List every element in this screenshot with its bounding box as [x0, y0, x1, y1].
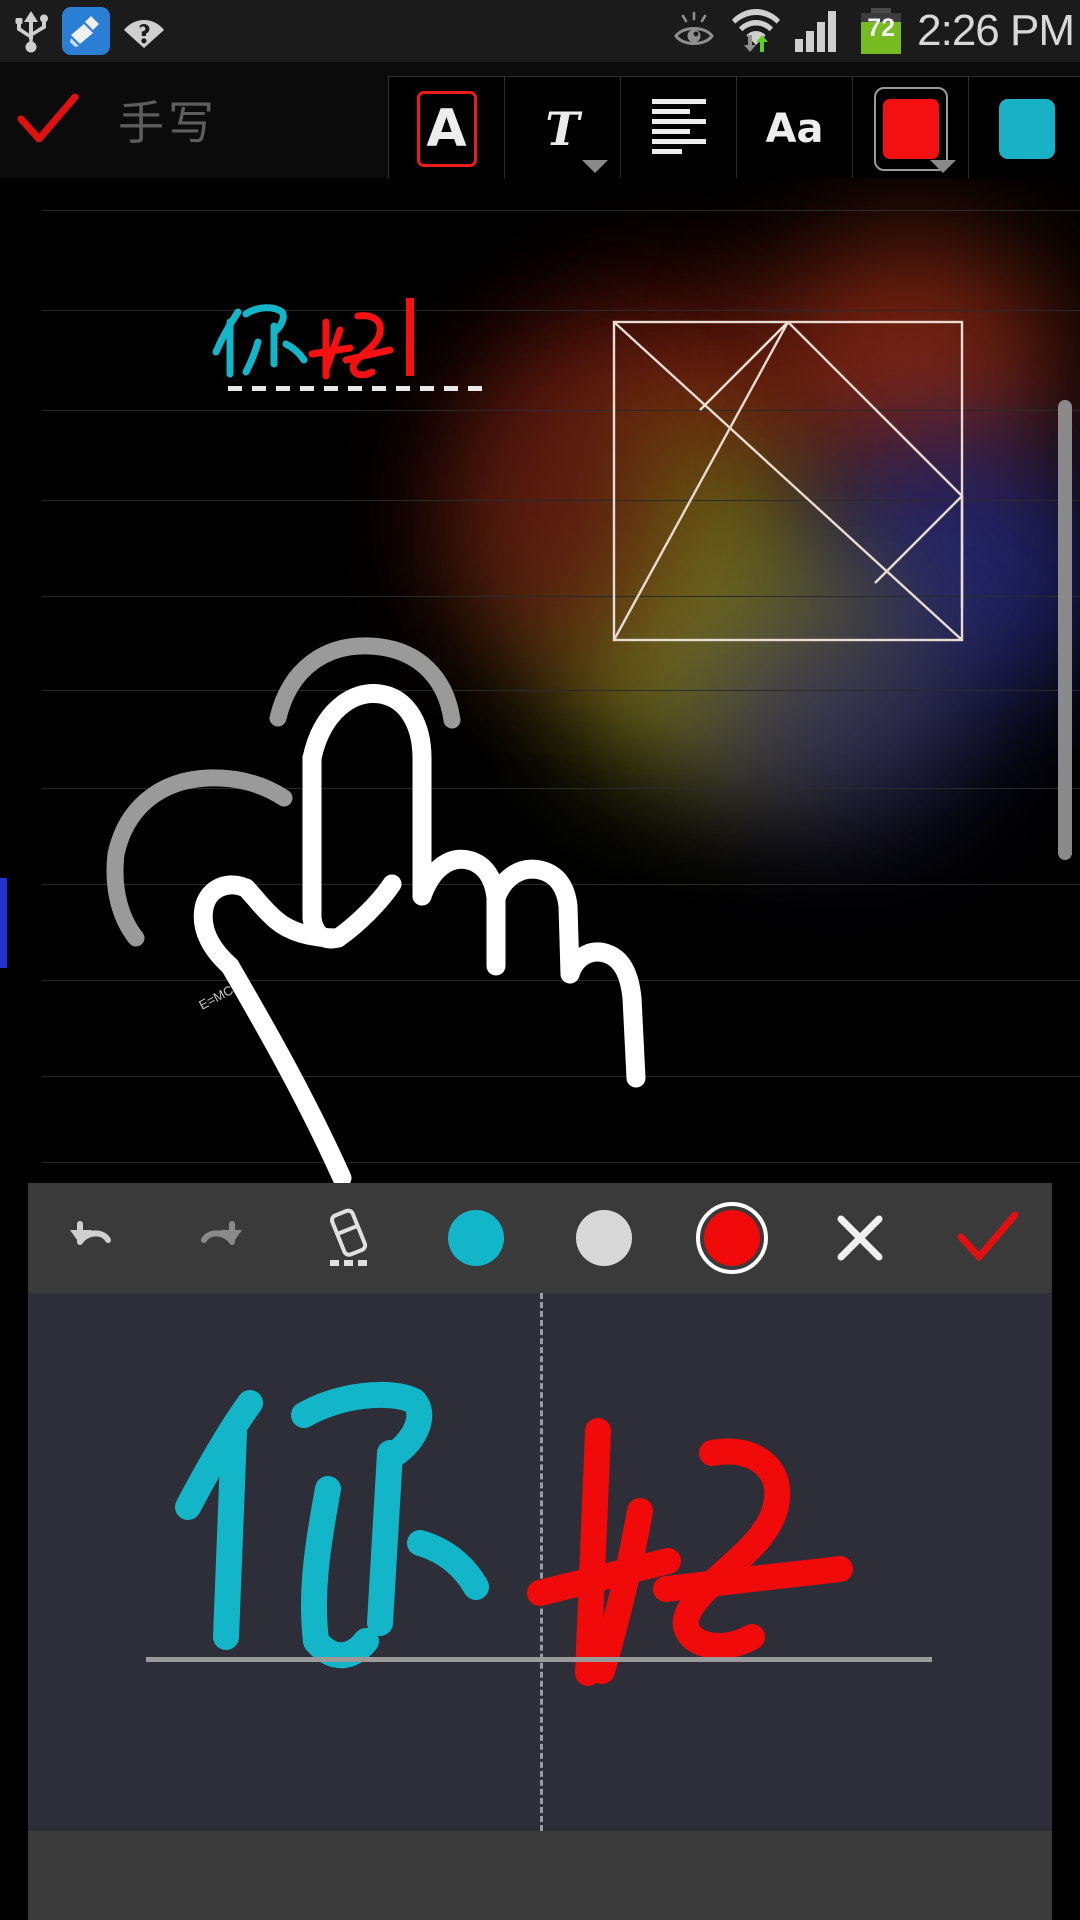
cancel-button[interactable] — [796, 1183, 924, 1293]
font-size-glyph: Aa — [765, 106, 824, 152]
status-bar-right-icons: 72 2:26 PM — [671, 0, 1080, 62]
confirm-button[interactable] — [924, 1183, 1052, 1293]
canvas-scrollbar[interactable] — [1058, 400, 1072, 860]
clock-label: 2:26 PM — [917, 6, 1075, 55]
chevron-down-icon — [582, 160, 608, 173]
selection-outline — [417, 91, 477, 167]
tangram-square — [612, 320, 964, 642]
text-format-button[interactable]: T — [505, 77, 621, 181]
eraser-icon — [329, 1208, 368, 1266]
redo-button[interactable] — [156, 1183, 284, 1293]
font-size-button[interactable]: Aa — [737, 77, 853, 181]
color-cyan-button[interactable] — [412, 1183, 540, 1293]
text-format-glyph: T — [545, 102, 580, 156]
color-dot-cyan — [448, 1210, 504, 1266]
chevron-down-icon — [930, 160, 956, 173]
status-bar-left-icons — [0, 7, 164, 55]
color-white-button[interactable] — [540, 1183, 668, 1293]
signal-bars-icon — [795, 9, 845, 53]
text-tool-group: A T Aa — [388, 76, 1080, 181]
wifi-question-icon — [124, 14, 164, 48]
text-style-button[interactable]: A — [389, 77, 505, 181]
red-swatch — [882, 99, 939, 159]
undo-button[interactable] — [28, 1183, 156, 1293]
eraser-button[interactable] — [284, 1183, 412, 1293]
color-swatch-selected — [873, 87, 948, 171]
undo-icon — [70, 1221, 111, 1245]
hand-sketch: E=MC — [106, 637, 646, 1183]
wifi-transfer-icon — [731, 7, 781, 55]
text-caret — [406, 298, 414, 376]
handwriting-input-pad[interactable] — [28, 1293, 1052, 1831]
done-button[interactable] — [0, 93, 96, 147]
color-red-button[interactable] — [668, 1183, 796, 1293]
color-dot-white — [576, 1210, 632, 1266]
cyan-swatch — [999, 99, 1055, 159]
inline-handwriting — [212, 298, 482, 391]
battery-icon: 72 — [859, 8, 903, 54]
align-left-icon — [651, 99, 706, 159]
handwriting-strokes — [175, 1381, 853, 1686]
check-icon — [957, 1211, 1019, 1261]
cleaner-app-icon — [62, 7, 110, 55]
handwriting-toolbar — [28, 1183, 1052, 1293]
screen-root: 72 2:26 PM 手写 A T Aa E=MC — [0, 0, 1080, 1920]
pad-baseline — [146, 1657, 932, 1662]
status-bar: 72 2:26 PM — [0, 0, 1080, 62]
page-title: 手写 — [118, 96, 218, 150]
margin-indicator — [0, 878, 7, 968]
note-canvas[interactable]: E=MC — [0, 178, 1080, 1183]
dotted-underline — [228, 386, 482, 391]
secondary-color-button[interactable] — [969, 77, 1080, 181]
redo-icon — [201, 1221, 242, 1245]
close-icon — [837, 1215, 883, 1261]
align-button[interactable] — [621, 77, 737, 181]
pen-color-button[interactable] — [853, 77, 969, 181]
usb-icon — [14, 9, 48, 53]
color-dot-red-selected — [696, 1202, 768, 1274]
handwriting-footer-bar — [28, 1831, 1052, 1920]
annotation-label: E=MC — [196, 982, 235, 1012]
check-icon — [17, 93, 79, 143]
smart-stay-eye-icon — [671, 10, 717, 52]
battery-percent-label: 72 — [867, 14, 896, 42]
